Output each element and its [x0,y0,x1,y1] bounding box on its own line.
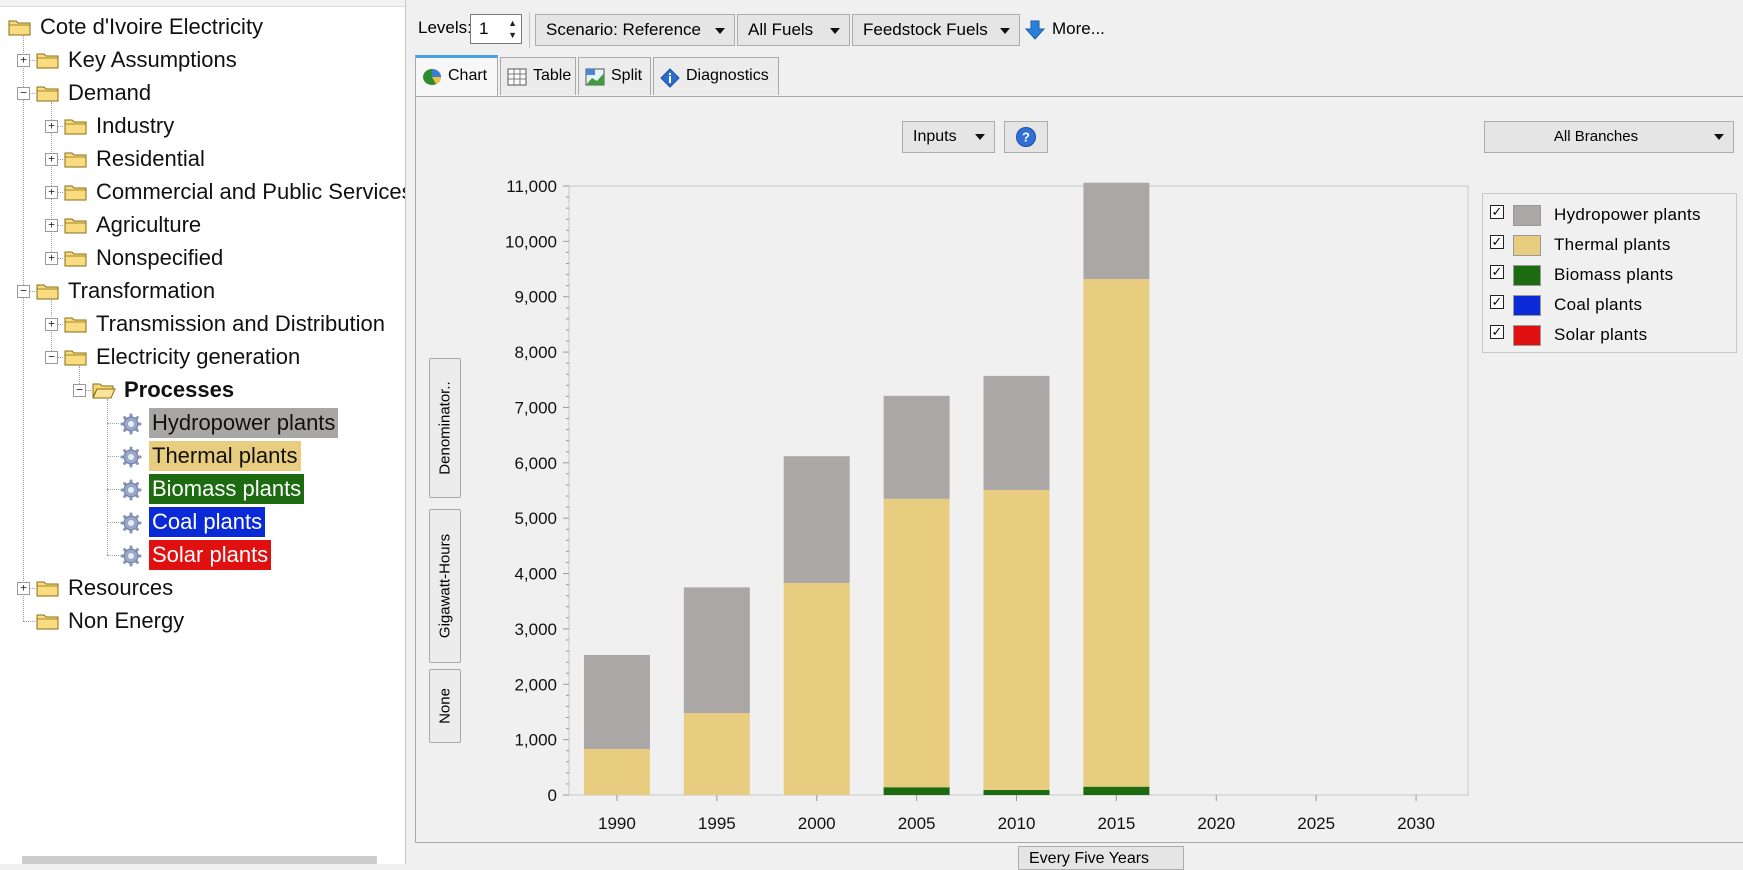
legend-checkbox[interactable]: ✓ [1490,235,1504,249]
bar-thermal-plants [983,489,1050,791]
y-tick-label: 8,000 [514,343,557,362]
legend-checkbox[interactable]: ✓ [1490,325,1504,339]
bar-hydropower-plants [683,587,750,714]
x-tick-label: 2015 [1097,814,1135,833]
stacked-bar-chart: 0 1,000 2,000 3,000 4,000 5,000 6,000 7,000 8,00… [505,177,1469,833]
legend-swatch [1513,325,1541,346]
legend-swatch [1513,205,1541,226]
y-tick-label: 6,000 [514,454,557,473]
bar-hydropower-plants [1083,182,1150,280]
y-tick-label: 2,000 [514,675,557,694]
y-tick-label: 10,000 [505,232,557,251]
bar-thermal-plants [783,582,850,795]
legend-swatch [1513,295,1541,316]
legend-item[interactable]: ✓ Hydropower plants [1483,200,1736,230]
legend-label: Solar plants [1554,325,1648,344]
bar-thermal-plants [1083,279,1150,787]
y-tick-label: 9,000 [514,288,557,307]
bar-hydropower-plants [583,654,650,750]
y-tick-label: 0 [548,786,557,805]
x-tick-label: 2020 [1197,814,1235,833]
y-tick-label: 7,000 [514,398,557,417]
y-tick-label: 3,000 [514,620,557,639]
bar-biomass-plants [1083,786,1150,795]
y-tick-label: 4,000 [514,565,557,584]
y-tick-label: 1,000 [514,731,557,750]
bar-hydropower-plants [783,456,850,583]
legend-checkbox[interactable]: ✓ [1490,295,1504,309]
x-tick-label: 2025 [1297,814,1335,833]
legend-label: Hydropower plants [1554,205,1701,224]
legend-label: Coal plants [1554,295,1643,314]
legend-checkbox[interactable]: ✓ [1490,265,1504,279]
legend-swatch [1513,235,1541,256]
legend-item[interactable]: ✓ Thermal plants [1483,230,1736,260]
legend-checkbox[interactable]: ✓ [1490,205,1504,219]
legend-item[interactable]: ✓ Solar plants [1483,320,1736,350]
legend-item[interactable]: ✓ Coal plants [1483,290,1736,320]
x-tick-label: 1995 [698,814,736,833]
y-tick-label: 5,000 [514,509,557,528]
bar-thermal-plants [583,749,650,795]
legend-item[interactable]: ✓ Biomass plants [1483,260,1736,290]
legend-label: Thermal plants [1554,235,1671,254]
chart-legend: ✓ Hydropower plants ✓ Thermal plants ✓ Biomas… [1482,193,1737,353]
bar-thermal-plants [883,498,950,788]
bar-thermal-plants [683,713,750,795]
x-tick-label: 2005 [898,814,936,833]
x-tick-label: 1990 [598,814,636,833]
bar-hydropower-plants [983,375,1050,490]
x-tick-label: 2000 [798,814,836,833]
period-label: Every Five Years [1029,850,1150,867]
legend-label: Biomass plants [1554,265,1674,284]
bar-biomass-plants [883,787,950,795]
period-dropdown[interactable]: Every Five Years [1018,846,1184,870]
x-tick-label: 2030 [1397,814,1435,833]
y-tick-label: 11,000 [506,177,557,196]
x-tick-label: 2010 [998,814,1036,833]
legend-swatch [1513,265,1541,286]
bar-hydropower-plants [883,395,950,499]
bar-biomass-plants [983,790,1050,795]
